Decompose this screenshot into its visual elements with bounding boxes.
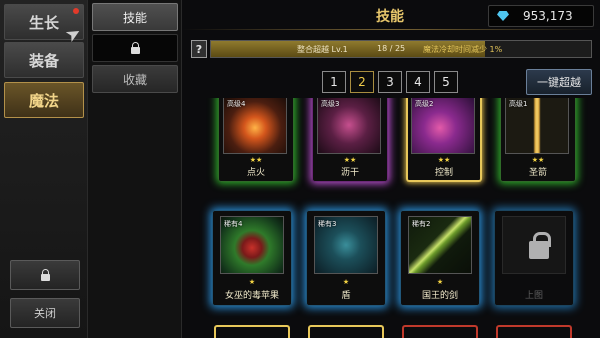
locked-skill-slot [502,216,566,274]
page-button-2[interactable]: 2 [350,71,374,93]
lock-icon [529,232,551,259]
notification-dot [73,8,79,14]
sidebar-tab-label: 装备 [28,51,59,70]
help-button[interactable]: ? [191,40,207,58]
skill-card[interactable]: 高级3 ★★ 沥干 [312,98,388,182]
lock-icon [130,41,140,54]
rarity-label: 高级2 [415,100,434,108]
currency-display: 953,173 [488,5,594,27]
control-skill-icon: 高级2 [411,98,475,154]
skill-card[interactable]: 高级2 ★★ 控制 [406,98,482,182]
diamond-icon [497,11,509,21]
subtab-skills[interactable]: 技能 [92,3,178,31]
holy-arrow-skill-icon: 高级1 [505,98,569,154]
skill-name: 女巫的毒苹果 [224,291,279,301]
close-label: 关闭 [34,307,56,320]
button-label: 一键超越 [537,76,581,89]
star-rating: ★★ [437,156,451,164]
page-number: 2 [358,75,366,89]
sub-tab-column: 技能 收藏 [88,0,182,338]
skill-card[interactable]: 稀有2 ★ 国王的剑 [400,210,480,306]
star-rating: ★★ [343,156,357,164]
skill-card[interactable]: 高级1 ★★ 圣箭 [500,98,576,182]
kings-sword-skill-icon: 稀有2 [408,216,472,274]
skill-card[interactable]: 稀有4 ★ 女巫的毒苹果 [212,210,292,306]
progress-count: 18 / 25 [377,44,406,53]
rarity-label: 稀有4 [224,220,243,228]
skill-name: 上图 [524,291,543,301]
skill-card-locked[interactable]: 上图 [494,210,574,306]
fire-skill-icon: 高级4 [223,98,287,154]
drain-skill-icon: 高级3 [317,98,381,154]
page-button-1[interactable]: 1 [322,71,346,93]
progress-note: 魔法冷却时间减少 1% [423,45,503,54]
rarity-label: 高级1 [509,100,528,108]
page-number: 5 [442,75,450,89]
subtab-label: 技能 [122,10,147,25]
skill-card[interactable]: 稀有3 ★ 盾 [306,210,386,306]
page-button-5[interactable]: 5 [434,71,458,93]
skill-card[interactable]: 高级4 ★★ 点火 [218,98,294,182]
skill-name: 控制 [434,168,453,178]
auto-transcend-button[interactable]: 一键超越 [526,69,592,95]
poison-apple-skill-icon: 稀有4 [220,216,284,274]
skill-card-partial[interactable] [496,325,572,338]
subtab-label: 收藏 [122,72,147,87]
shield-skill-icon: 稀有3 [314,216,378,274]
close-button[interactable]: 关闭 [10,298,80,328]
sidebar-tab-magic[interactable]: 魔法 [4,82,84,118]
skill-name: 沥干 [340,168,359,178]
rarity-label: 稀有3 [318,220,337,228]
page-number: 1 [330,75,338,89]
rarity-label: 稀有2 [412,220,431,228]
subtab-locked[interactable] [92,34,178,62]
sidebar-tab-label: 魔法 [28,91,59,110]
lock-button[interactable] [10,260,80,290]
skill-name: 点火 [246,168,265,178]
lock-icon [40,268,50,281]
skill-grid: 高级4 ★★ 点火 高级3 ★★ 沥干 高级2 ★★ 控制 高级1 ★★ 圣箭 … [182,98,600,338]
subtab-collection[interactable]: 收藏 [92,65,178,93]
skill-card-partial[interactable] [402,325,478,338]
title-divider [182,29,600,30]
sidebar-tab-label: 生长 [28,13,59,32]
page-button-3[interactable]: 3 [378,71,402,93]
star-rating: ★ [342,278,350,286]
star-rating: ★ [436,278,444,286]
skill-card-partial[interactable] [308,325,384,338]
main-sidebar: 生长 装备 魔法 ➤ 关闭 [0,0,88,338]
skill-name: 圣箭 [528,168,547,178]
page-button-4[interactable]: 4 [406,71,430,93]
skill-name: 国王的剑 [421,291,458,301]
rarity-label: 高级4 [227,100,246,108]
page-number: 4 [414,75,422,89]
transcend-progress-bar: 整合超越 Lv.1 18 / 25 魔法冷却时间减少 1% [210,40,592,58]
page-title: 技能 [376,9,404,25]
progress-label: 整合超越 Lv.1 [297,45,348,54]
skill-name: 盾 [341,291,351,301]
rarity-label: 高级3 [321,100,340,108]
star-rating: ★★ [249,156,263,164]
star-rating: ★ [248,278,256,286]
page-number: 3 [386,75,394,89]
star-rating: ★★ [531,156,545,164]
skill-card-partial[interactable] [214,325,290,338]
currency-amount: 953,173 [523,9,573,23]
